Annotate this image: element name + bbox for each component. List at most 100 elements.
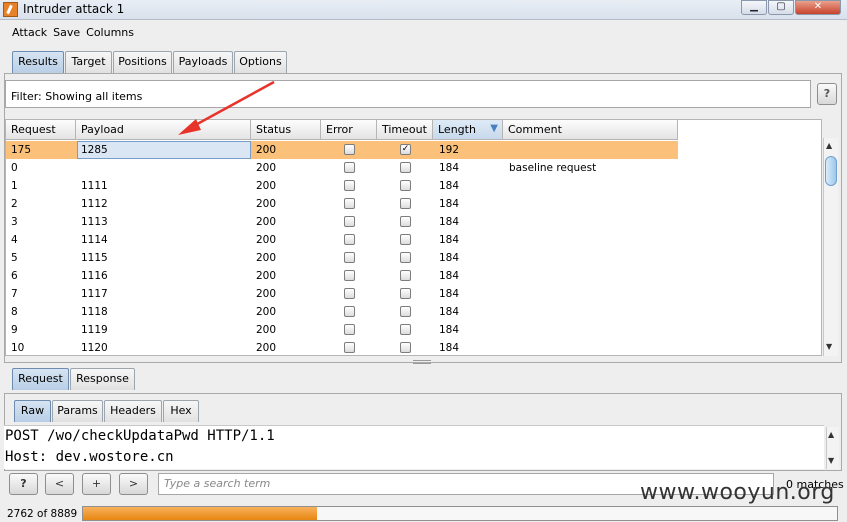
progress-bar [82,506,838,521]
cell-payload: 1116 [81,270,108,282]
burp-app-icon [3,2,18,17]
minimize-button[interactable]: ▁ [741,0,767,15]
results-scrollbar[interactable]: ▲ ▼ [823,138,838,356]
tab-headers[interactable]: Headers [104,400,162,422]
raw-request-editor[interactable]: POST /wo/checkUpdataPwd HTTP/1.1 Host: d… [4,425,824,469]
cell-length: 184 [439,270,460,282]
close-button[interactable]: ✕ [795,0,841,15]
cell-payload: 1285 [81,144,108,156]
cell-status: 200 [256,180,277,192]
menu-attack[interactable]: Attack [12,26,47,39]
timeout-checkbox [400,234,411,245]
tab-hex[interactable]: Hex [163,400,199,422]
raw-scroll-down-icon[interactable]: ▼ [828,456,834,465]
tab-results[interactable]: Results [12,51,64,73]
previous-match-button[interactable]: < [45,473,74,495]
next-match-button[interactable]: > [119,473,148,495]
cell-payload: 1115 [81,252,108,264]
scrollbar-thumb[interactable] [825,156,837,186]
tab-options[interactable]: Options [234,51,287,73]
error-checkbox [344,180,355,191]
table-row[interactable]: 0 200 184 baseline request [6,159,678,177]
cell-payload: 1113 [81,216,108,228]
cell-length: 184 [439,234,460,246]
timeout-checkbox [400,216,411,227]
column-header-timeout[interactable]: Timeout [377,120,433,140]
scroll-up-icon[interactable]: ▲ [826,141,832,150]
timeout-checkbox [400,180,411,191]
add-search-button[interactable]: + [82,473,111,495]
table-row[interactable]: 4 1114 200 184 [6,231,678,249]
tab-positions[interactable]: Positions [113,51,172,73]
cell-request: 1 [11,180,18,192]
table-row[interactable]: 7 1117 200 184 [6,285,678,303]
raw-line-host: Host: dev.wostore.cn [5,449,174,465]
tab-target[interactable]: Target [65,51,112,73]
filter-bar[interactable]: Filter: Showing all items [5,80,811,108]
raw-scroll-up-icon[interactable]: ▲ [828,430,834,439]
timeout-checkbox [400,252,411,263]
split-pane-divider[interactable] [413,360,431,364]
search-help-button[interactable]: ? [9,473,38,495]
timeout-checkbox [400,306,411,317]
tab-raw[interactable]: Raw [14,400,51,422]
column-header-comment[interactable]: Comment [503,120,678,140]
column-header-request[interactable]: Request [6,120,76,140]
cell-status: 200 [256,216,277,228]
raw-scrollbar[interactable]: ▲ ▼ [826,427,839,469]
annotation-arrow-icon [178,80,275,135]
table-row[interactable]: 3 1113 200 184 [6,213,678,231]
error-checkbox [344,270,355,281]
table-row[interactable]: 175 1285 200 ✓ 192 [6,141,678,159]
error-checkbox [344,324,355,335]
cell-request: 175 [11,144,32,156]
error-checkbox [344,306,355,317]
scroll-down-icon[interactable]: ▼ [826,342,832,351]
menu-save[interactable]: Save [53,26,80,39]
cell-request: 2 [11,198,18,210]
cell-length: 184 [439,306,460,318]
tab-payloads[interactable]: Payloads [173,51,233,73]
error-checkbox [344,252,355,263]
timeout-checkbox [400,270,411,281]
cell-status: 200 [256,288,277,300]
cell-payload: 1117 [81,288,108,300]
cell-payload: 1120 [81,342,108,354]
table-row[interactable]: 2 1112 200 184 [6,195,678,213]
table-row[interactable]: 8 1118 200 184 [6,303,678,321]
cell-status: 200 [256,342,277,354]
cell-length: 184 [439,324,460,336]
menu-columns[interactable]: Columns [86,26,134,39]
maximize-button[interactable]: ▢ [768,0,794,15]
table-row[interactable]: 5 1115 200 184 [6,249,678,267]
column-header-length[interactable]: Length ▼ [433,120,503,140]
tab-request[interactable]: Request [12,368,69,390]
title-bar [0,0,847,20]
cell-status: 200 [256,324,277,336]
results-table: Request Payload Status Error Timeout Len… [5,119,822,356]
table-row[interactable]: 10 1120 200 184 [6,339,678,355]
error-checkbox [344,144,355,155]
table-row[interactable]: 1 1111 200 184 [6,177,678,195]
help-button[interactable]: ? [817,83,837,105]
tab-params[interactable]: Params [52,400,103,422]
timeout-checkbox [400,342,411,353]
timeout-checkbox: ✓ [400,144,411,155]
table-row[interactable]: 9 1119 200 184 [6,321,678,339]
error-checkbox [344,342,355,353]
cell-length: 184 [439,288,460,300]
cell-payload: 1118 [81,306,108,318]
error-checkbox [344,288,355,299]
timeout-checkbox [400,324,411,335]
cell-payload: 1119 [81,324,108,336]
cell-length: 184 [439,180,460,192]
tab-response[interactable]: Response [70,368,135,390]
error-checkbox [344,162,355,173]
sort-descending-icon: ▼ [490,123,498,134]
cell-request: 0 [11,162,18,174]
cell-status: 200 [256,270,277,282]
cell-status: 200 [256,306,277,318]
window-title: Intruder attack 1 [23,2,125,16]
table-row[interactable]: 6 1116 200 184 [6,267,678,285]
column-header-error[interactable]: Error [321,120,377,140]
